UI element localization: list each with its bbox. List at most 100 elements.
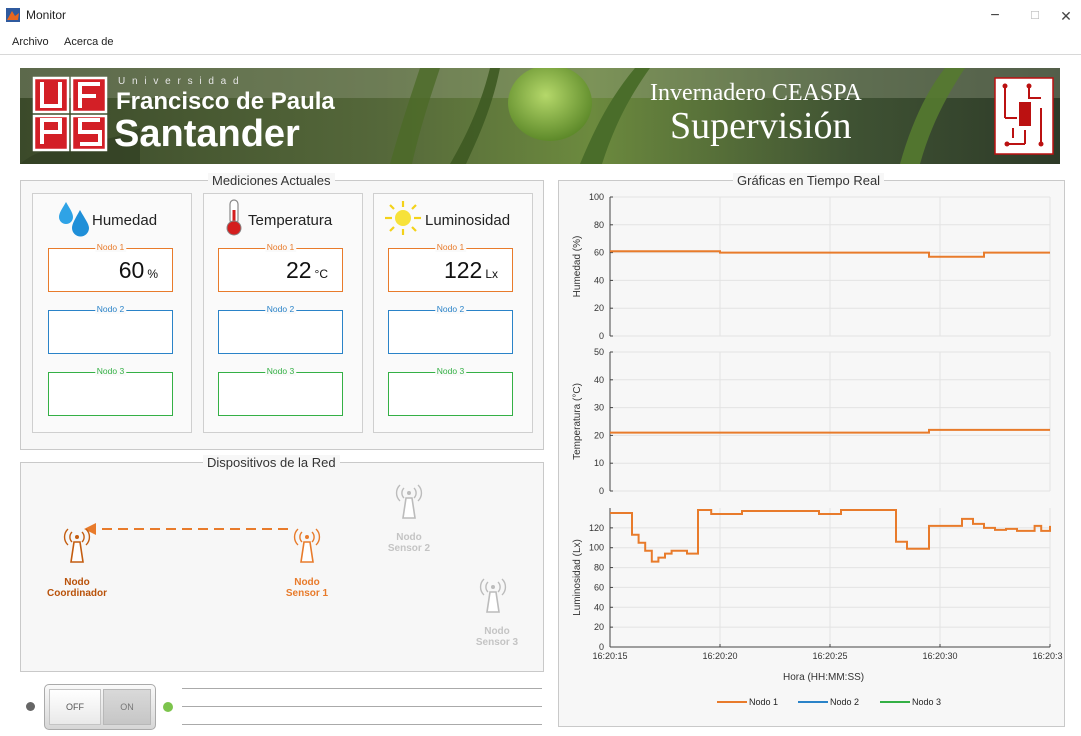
power-toggle-switch[interactable]: OFF ON	[44, 684, 156, 730]
window-title: Monitor	[26, 8, 67, 22]
status-line	[182, 724, 542, 725]
status-line	[182, 706, 542, 707]
humedad-nodo1-box: Nodo 1 60%	[48, 242, 173, 292]
temperatura-y-tick-label: 50	[594, 347, 604, 357]
luminosidad-y-tick-label: 20	[594, 622, 604, 632]
status-line	[182, 688, 542, 689]
luminosidad-value: 122	[443, 257, 483, 283]
nodo2-label: Nodo 2	[434, 304, 467, 314]
temperatura-nodo3-box: Nodo 3	[218, 366, 343, 416]
nodo1-label: Nodo 1	[264, 242, 297, 252]
luminosidad-y-axis-label: Luminosidad (Lx)	[572, 539, 583, 616]
luminosidad-y-tick-label: 120	[589, 523, 604, 533]
x-tick-label: 16:20:20	[702, 651, 737, 661]
luminosidad-y-tick-label: 40	[594, 602, 604, 612]
humedad-nodo1-value: 60%	[119, 257, 158, 284]
banner-university-line2: Santander	[114, 113, 300, 155]
humedad-y-tick-label: 40	[594, 275, 604, 285]
legend-nodo3-label: Nodo 3	[912, 697, 942, 707]
nodo-coordinador-antenna-icon	[63, 528, 91, 563]
maximize-button[interactable]: ☐	[1022, 4, 1048, 28]
legend-nodo1-swatch	[717, 701, 747, 703]
temperatura-title: Temperatura	[248, 212, 333, 229]
device-sensor1-label: Nodo Sensor 1	[285, 577, 329, 599]
switch-on-label[interactable]: ON	[103, 689, 151, 725]
menu-bar	[0, 32, 1081, 55]
banner-project-line1: Invernadero CEASPA	[650, 80, 862, 106]
nodo1-label: Nodo 1	[94, 242, 127, 252]
water-drops-icon	[59, 202, 89, 237]
link-arrow-head	[84, 523, 96, 535]
device-coordinador-label: Nodo Coordinador	[47, 577, 107, 599]
device-sensor3-label: Nodo Sensor 3	[475, 626, 519, 648]
nodo2-label: Nodo 2	[94, 304, 127, 314]
humedad-nodo2-box: Nodo 2	[48, 304, 173, 354]
temperatura-y-tick-label: 0	[599, 486, 604, 496]
x-tick-label: 16:20:30	[922, 651, 957, 661]
luminosidad-title: Luminosidad	[425, 212, 511, 229]
banner-university-small: U n i v e r s i d a d	[118, 76, 241, 87]
legend-nodo2-label: Nodo 2	[830, 697, 860, 707]
temperatura-value: 22	[285, 257, 312, 283]
humedad-unit: %	[147, 267, 158, 281]
on-indicator-led	[163, 702, 173, 712]
humedad-y-tick-label: 60	[594, 248, 604, 258]
humedad-y-tick-label: 80	[594, 220, 604, 230]
legend-nodo3-swatch	[880, 701, 910, 703]
temperatura-nodo1-box: Nodo 1 22 °C	[218, 242, 343, 292]
luminosidad-nodo3-box: Nodo 3	[388, 366, 513, 416]
humedad-y-axis-label: Humedad (%)	[572, 236, 583, 298]
humedad-y-tick-label: 100	[589, 192, 604, 202]
humedad-value: 60	[118, 257, 145, 283]
humedad-nodo3-box: Nodo 3	[48, 366, 173, 416]
nodo-sensor2-antenna-icon	[395, 484, 423, 519]
nodo2-label: Nodo 2	[264, 304, 297, 314]
temperatura-y-tick-label: 30	[594, 403, 604, 413]
legend-nodo2-swatch	[798, 701, 828, 703]
temperatura-y-tick-label: 20	[594, 430, 604, 440]
thermometer-icon	[226, 199, 242, 236]
minimize-button[interactable]: −	[982, 4, 1008, 28]
menu-archivo[interactable]: Archivo	[12, 36, 49, 48]
x-tick-label: 16:20:15	[592, 651, 627, 661]
sun-icon	[385, 201, 421, 235]
temperatura-nodo1-value: 22 °C	[286, 257, 328, 284]
time-series-charts: 0 20 40 60 80 100 Humedad (%) 0 10 20 30 40 50 Temper…	[572, 192, 1063, 661]
banner-project-line2: Supervisión	[670, 105, 852, 147]
temperatura-y-tick-label: 40	[594, 375, 604, 385]
nodo-sensor3-antenna-icon	[479, 578, 507, 613]
matlab-app-icon	[6, 8, 20, 22]
device-sensor2-label: Nodo Sensor 2	[387, 532, 431, 554]
close-button[interactable]: ✕	[1053, 4, 1079, 28]
switch-off-label[interactable]: OFF	[49, 689, 101, 725]
circuit-logo	[994, 77, 1054, 155]
nodo1-label: Nodo 1	[434, 242, 467, 252]
legend-nodo1-label: Nodo 1	[749, 697, 779, 707]
off-indicator-led	[26, 702, 35, 711]
luminosidad-unit: Lx	[485, 267, 498, 281]
mediciones-title: Mediciones Actuales	[208, 173, 335, 188]
temperatura-nodo2-box: Nodo 2	[218, 304, 343, 354]
temperatura-y-tick-label: 10	[594, 458, 604, 468]
menu-acerca-de[interactable]: Acerca de	[64, 36, 114, 48]
nodo-sensor1-antenna-icon	[293, 528, 321, 563]
header-banner: U n i v e r s i d a d Francisco de Paula…	[20, 68, 1060, 164]
humedad-y-tick-label: 0	[599, 331, 604, 341]
luminosidad-nodo2-box: Nodo 2	[388, 304, 513, 354]
luminosidad-y-tick-label: 80	[594, 563, 604, 573]
temperatura-unit: °C	[314, 267, 328, 281]
luminosidad-nodo1-value: 122 Lx	[444, 257, 498, 284]
luminosidad-nodo1-box: Nodo 1 122 Lx	[388, 242, 513, 292]
humedad-title: Humedad	[92, 212, 158, 229]
humedad-y-tick-label: 20	[594, 303, 604, 313]
temperatura-y-axis-label: Temperatura (°C)	[572, 383, 583, 460]
nodo3-label: Nodo 3	[264, 366, 297, 376]
x-axis-label: Hora (HH:MM:SS)	[783, 672, 865, 683]
luminosidad-y-tick-label: 60	[594, 582, 604, 592]
luminosidad-y-tick-label: 100	[589, 543, 604, 553]
nodo3-label: Nodo 3	[94, 366, 127, 376]
x-tick-label: 16:20:25	[812, 651, 847, 661]
title-bar	[0, 0, 1081, 32]
x-tick-label: 16:20:35	[1032, 651, 1063, 661]
nodo3-label: Nodo 3	[434, 366, 467, 376]
